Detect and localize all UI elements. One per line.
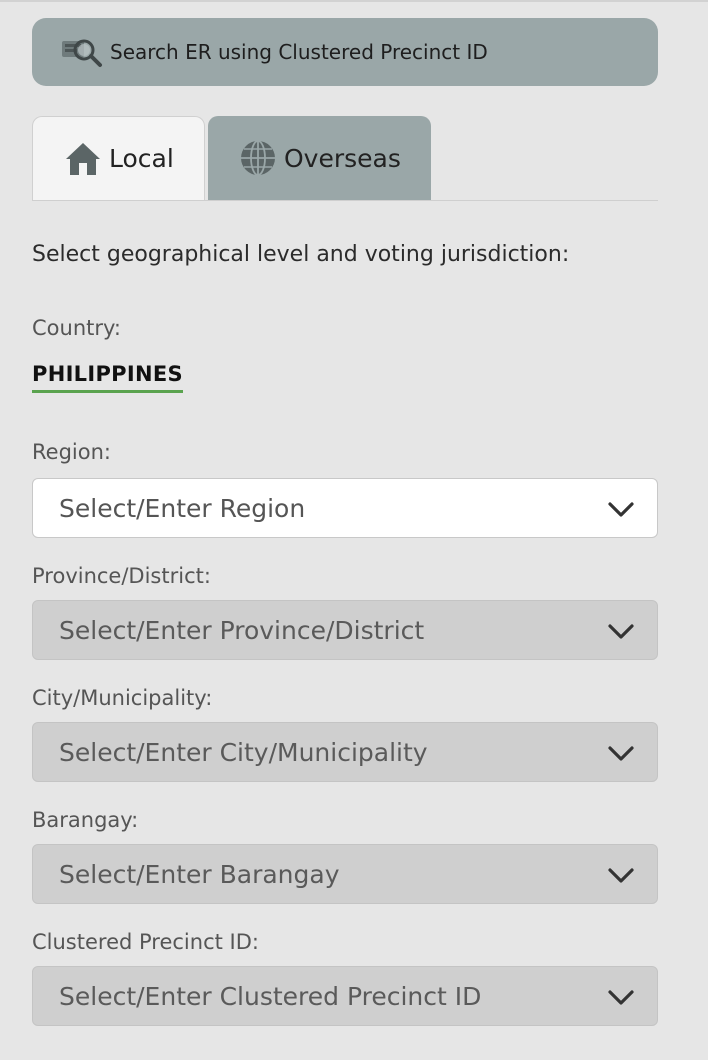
province-select[interactable]: Select/Enter Province/District (32, 600, 658, 660)
region-placeholder: Select/Enter Region (59, 493, 306, 523)
region-label: Region: (32, 440, 111, 464)
country-label: Country: (32, 316, 121, 340)
barangay-label: Barangay: (32, 808, 139, 832)
globe-icon (238, 138, 278, 178)
country-value: PHILIPPINES (32, 362, 183, 393)
chevron-down-icon (607, 619, 635, 641)
province-label: Province/District: (32, 564, 211, 588)
house-icon (63, 139, 103, 179)
search-clustered-precinct-button[interactable]: Search ER using Clustered Precinct ID (32, 18, 658, 86)
chevron-down-icon (607, 741, 635, 763)
instruction-text: Select geographical level and voting jur… (32, 242, 570, 267)
barangay-select[interactable]: Select/Enter Barangay (32, 844, 658, 904)
barangay-placeholder: Select/Enter Barangay (59, 859, 340, 889)
precinct-select[interactable]: Select/Enter Clustered Precinct ID (32, 966, 658, 1026)
precinct-label: Clustered Precinct ID: (32, 930, 259, 954)
precinct-placeholder: Select/Enter Clustered Precinct ID (59, 981, 482, 1011)
search-file-icon (60, 35, 104, 69)
chevron-down-icon (607, 863, 635, 885)
chevron-down-icon (607, 985, 635, 1007)
tab-local[interactable]: Local (32, 116, 205, 200)
city-select[interactable]: Select/Enter City/Municipality (32, 722, 658, 782)
tab-overseas-label: Overseas (284, 143, 401, 173)
tab-overseas[interactable]: Overseas (208, 116, 431, 200)
tab-local-label: Local (109, 144, 174, 173)
city-label: City/Municipality: (32, 686, 213, 710)
region-select[interactable]: Select/Enter Region (32, 478, 658, 538)
city-placeholder: Select/Enter City/Municipality (59, 737, 428, 767)
location-tabs: Local Overseas (32, 116, 658, 201)
province-placeholder: Select/Enter Province/District (59, 615, 425, 645)
chevron-down-icon (607, 497, 635, 519)
search-button-label: Search ER using Clustered Precinct ID (110, 40, 488, 64)
